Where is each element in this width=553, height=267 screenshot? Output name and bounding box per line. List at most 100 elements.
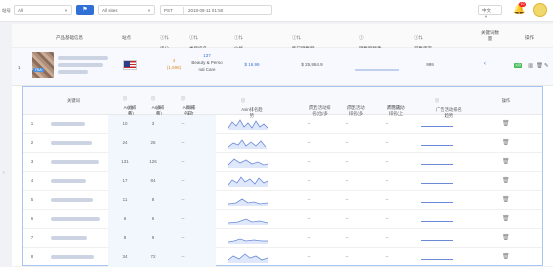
delete-icon[interactable]: 🗑 — [502, 215, 510, 222]
product-row[interactable]: 1 FBA 4 (1,696) 137 Beauty & Perso nal C… — [12, 48, 553, 86]
delete-icon[interactable]: 🗑 — [502, 177, 510, 184]
table-row[interactable]: 8 34 72 -- -- -- -- 🗑 — [23, 248, 542, 267]
table-row[interactable]: 5 11 8 -- -- -- -- 🗑 — [23, 191, 542, 210]
col-ad-rank[interactable]: 广告活动排名(位/多 页) — [287, 96, 331, 116]
asin-rank-cell: 11 — [122, 197, 128, 202]
row-index: 8 — [30, 254, 34, 259]
keyword-tag[interactable]: 关键 — [514, 63, 522, 68]
shop-label: 站号 — [2, 8, 11, 13]
col-asin-rank-prev[interactable]: Asin排名(上 ⓘ 周同日) — [169, 96, 197, 116]
delete-icon[interactable]: 🗑 — [502, 120, 510, 127]
asin-rank-page-cell: 84 — [150, 178, 156, 183]
row-index: 5 — [30, 197, 34, 202]
collapse-sidebar-icon[interactable]: ‹ — [3, 170, 5, 176]
col-sales-trend: 销售额趋势 ⓘ — [359, 35, 382, 51]
col-keyword-actions: 操作 — [501, 98, 511, 103]
row-index: 6 — [30, 216, 34, 221]
col-ad-rank-prev[interactable]: 广告活动排名(上 周同日) — [369, 96, 405, 116]
asin-trend-sparkline — [228, 158, 268, 168]
language-value: 中文 — [482, 8, 491, 13]
language-select[interactable]: 中文 ▼ — [478, 5, 502, 19]
asin-rank-cell: 131 — [121, 159, 129, 164]
main-panel: 产品基础信息 站点 评分 ⓘ⇅ 类目排名 ⓘ⇅ 价格 ⓘ⇅ 昨日销售额 ⓘ⇅ 销… — [12, 24, 553, 267]
site-select[interactable]: All sites ▼ — [98, 5, 155, 15]
timezone-label: PST — [164, 8, 173, 13]
site-flag-button[interactable]: ⚑ — [76, 5, 94, 15]
table-row[interactable]: 4 17 84 -- -- -- -- 🗑 — [23, 172, 542, 191]
asin-rank-page-cell: 9 — [151, 235, 155, 240]
ad-trend-line — [421, 183, 453, 184]
ad-rank-page-cell: -- — [345, 235, 349, 240]
product-title-blur — [58, 63, 103, 67]
col-sales-amount[interactable]: 昨日销售额 ⓘ⇅ — [292, 35, 315, 51]
asin-trend-sparkline — [228, 238, 268, 244]
asin-rank-prev-cell: -- — [181, 235, 185, 240]
delete-icon[interactable]: 🗑 — [502, 139, 510, 146]
keyword-blur — [51, 122, 85, 126]
keyword-table-header: 关键词 Asin排名 ⓘ (位/页) Asin排名 ⓘ (多/页) Asin排名(上 ⓘ 周… — [23, 87, 542, 118]
keyword-blur — [51, 141, 92, 145]
asin-rank-prev-cell: -- — [181, 159, 185, 164]
collapse-toggle[interactable]: ‹ — [484, 61, 486, 67]
keyword-subtable: 关键词 Asin排名 ⓘ (位/页) Asin排名 ⓘ (多/页) Asin排名(上 ⓘ 周… — [22, 86, 543, 267]
asin-rank-prev-cell: -- — [181, 197, 185, 202]
delete-icon[interactable]: 🗑 — [502, 234, 510, 241]
ad-rank-page-cell: -- — [345, 197, 349, 202]
asin-rank-prev-cell: -- — [181, 140, 185, 145]
ad-rank-prev-cell: -- — [385, 178, 389, 183]
ad-trend-line — [421, 126, 453, 127]
category-rank[interactable]: 137 — [187, 53, 227, 58]
flag-icon: ⚑ — [82, 7, 88, 13]
row-index: 3 — [30, 159, 34, 164]
col-stock[interactable]: 可售库存 ⓘ⇅ — [414, 35, 432, 51]
ad-rank-cell: -- — [307, 254, 311, 259]
ad-trend-line — [421, 259, 453, 260]
row-index: 7 — [30, 235, 34, 240]
ad-rank-cell: -- — [307, 235, 311, 240]
keyword-blur — [51, 179, 86, 183]
row-index: 1 — [30, 121, 34, 126]
fba-badge: FBA — [33, 68, 44, 72]
chart-icon[interactable]: ▥ — [528, 63, 533, 69]
table-row[interactable]: 1 10 3 -- -- -- -- 🗑 — [23, 115, 542, 134]
table-row[interactable]: 3 131 126 -- -- -- -- 🗑 — [23, 153, 542, 172]
ad-trend-line — [421, 240, 453, 241]
avatar[interactable] — [533, 3, 547, 17]
col-asin-rank[interactable]: Asin排名 ⓘ (位/页) — [113, 96, 137, 116]
product-asin-blur — [58, 70, 88, 74]
delete-icon[interactable]: 🗑 — [502, 196, 510, 203]
col-asin-rank-page[interactable]: Asin排名 ⓘ (多/页) — [141, 96, 165, 116]
table-row[interactable]: 2 24 26 -- -- -- -- 🗑 — [23, 134, 542, 153]
ad-rank-prev-cell: -- — [385, 159, 389, 164]
ad-rank-prev-cell: -- — [385, 254, 389, 259]
table-row[interactable]: 7 8 9 -- -- -- -- 🗑 — [23, 229, 542, 248]
ad-rank-page-cell: -- — [345, 140, 349, 145]
ad-rank-cell: -- — [307, 121, 311, 126]
date-picker[interactable]: PST 2018-08-11 01:50 — [160, 5, 272, 15]
col-category-rank[interactable]: 类目排名 ⓘ⇅ — [189, 35, 207, 51]
table-row[interactable]: 6 6 6 -- -- -- -- 🗑 — [23, 210, 542, 229]
keyword-blur — [51, 160, 99, 164]
ad-rank-prev-cell: -- — [385, 121, 389, 126]
keyword-blur — [51, 255, 94, 259]
asin-rank-page-cell: 6 — [151, 216, 155, 221]
chevron-down-icon: ▼ — [147, 8, 151, 13]
asin-trend-sparkline — [228, 198, 268, 206]
ad-rank-prev-cell: -- — [385, 235, 389, 240]
keyword-blur — [51, 236, 87, 240]
shop-select[interactable]: All ▼ — [14, 5, 72, 15]
edit-icon[interactable]: ✎ — [544, 63, 549, 69]
ad-trend-line — [421, 221, 453, 222]
col-rating[interactable]: 评分 ⓘ⇅ — [160, 35, 169, 51]
delete-icon[interactable]: 🗑 — [536, 63, 543, 69]
ad-rank-cell: -- — [307, 197, 311, 202]
delete-icon[interactable]: 🗑 — [502, 253, 510, 260]
col-ad-rank-page[interactable]: 广告活动排名(多/页) — [329, 96, 365, 116]
divider — [183, 7, 184, 14]
col-price[interactable]: 价格 ⓘ⇅ — [234, 35, 243, 51]
product-image[interactable] — [32, 52, 54, 78]
keyword-blur — [51, 217, 100, 221]
delete-icon[interactable]: 🗑 — [502, 158, 510, 165]
asin-rank-page-cell: 126 — [149, 159, 157, 164]
col-asin-trend: Asin排名趋势 ⓘ — [240, 98, 263, 118]
